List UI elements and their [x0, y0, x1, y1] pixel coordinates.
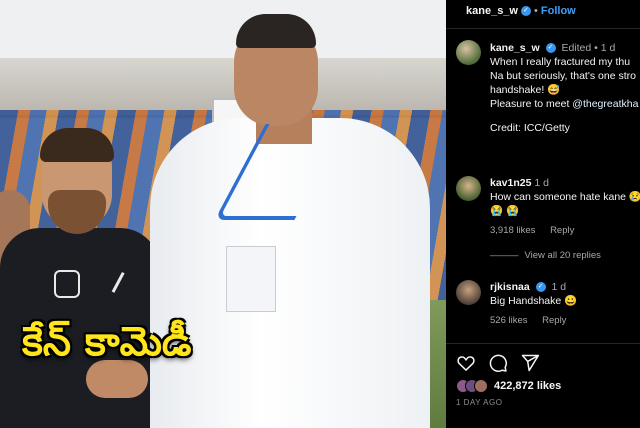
caption-line-1: When I really fractured my thu: [490, 56, 631, 68]
action-bar: [456, 353, 540, 373]
caption-line-3: handshake! 😅: [490, 84, 561, 96]
caption-username[interactable]: kane_s_w: [490, 42, 540, 54]
comment-age: 1 d: [534, 177, 549, 189]
instagram-panel: kane_s_w ✓ • Follow kane_s_w ✓ Edited • …: [446, 0, 640, 428]
post-photo[interactable]: కేన్ కామెడీ: [0, 0, 446, 428]
caption-avatar[interactable]: [456, 40, 481, 65]
comment-likes[interactable]: 3,918 likes: [490, 225, 535, 236]
header-username[interactable]: kane_s_w: [466, 5, 518, 17]
mention-link[interactable]: @thegreatkha: [572, 98, 638, 110]
verified-badge-icon: ✓: [520, 6, 531, 16]
reply-button[interactable]: Reply: [550, 225, 574, 236]
reply-button[interactable]: Reply: [542, 315, 566, 326]
telugu-caption: కేన్ కామెడీ: [22, 319, 192, 365]
comment-username[interactable]: rjkisnaa: [490, 281, 530, 293]
handshake-hands: [86, 360, 148, 398]
comment-emoji: 😭 😭: [490, 205, 520, 217]
comment-text: Big Handshake 😀: [490, 295, 578, 307]
actions-divider: [446, 343, 640, 344]
verified-badge-icon: ✓: [545, 43, 556, 54]
comment-likes[interactable]: 526 likes: [490, 315, 528, 326]
caption-line-2: Na but seriously, that's one stro: [490, 70, 636, 82]
comment-avatar[interactable]: [456, 280, 481, 305]
accreditation-pass: [226, 246, 276, 312]
verified-badge-icon: ✓: [535, 282, 546, 293]
share-icon[interactable]: [520, 353, 540, 373]
heart-icon[interactable]: [456, 353, 476, 373]
edited-label: Edited: [561, 42, 592, 54]
follow-button[interactable]: Follow: [541, 5, 576, 17]
comment-age: 1 d: [551, 281, 567, 293]
kane-hair: [40, 128, 114, 162]
dot-separator: •: [533, 5, 541, 17]
caption-age: 1 d: [600, 42, 616, 54]
caption-line-4: Pleasure to meet: [490, 98, 573, 110]
comment-avatar[interactable]: [456, 176, 481, 201]
liker-avatar: [474, 379, 488, 393]
comment-icon[interactable]: [488, 353, 508, 373]
world-cup-logo: [54, 270, 80, 298]
likes-count: 422,872 likes: [494, 380, 562, 392]
likes-summary[interactable]: 422,872 likes: [456, 379, 561, 393]
khali-hair: [236, 14, 316, 48]
comment-username[interactable]: kav1n25: [490, 177, 531, 189]
view-replies-button[interactable]: View all 20 replies: [525, 250, 601, 261]
caption-credit: Credit: ICC/Getty: [490, 122, 570, 134]
post-header: kane_s_w ✓ • Follow: [446, 0, 640, 22]
header-divider: [446, 28, 640, 29]
post-date: 1 DAY AGO: [456, 398, 503, 407]
comment-text: How can someone hate kane 😢: [490, 191, 640, 203]
